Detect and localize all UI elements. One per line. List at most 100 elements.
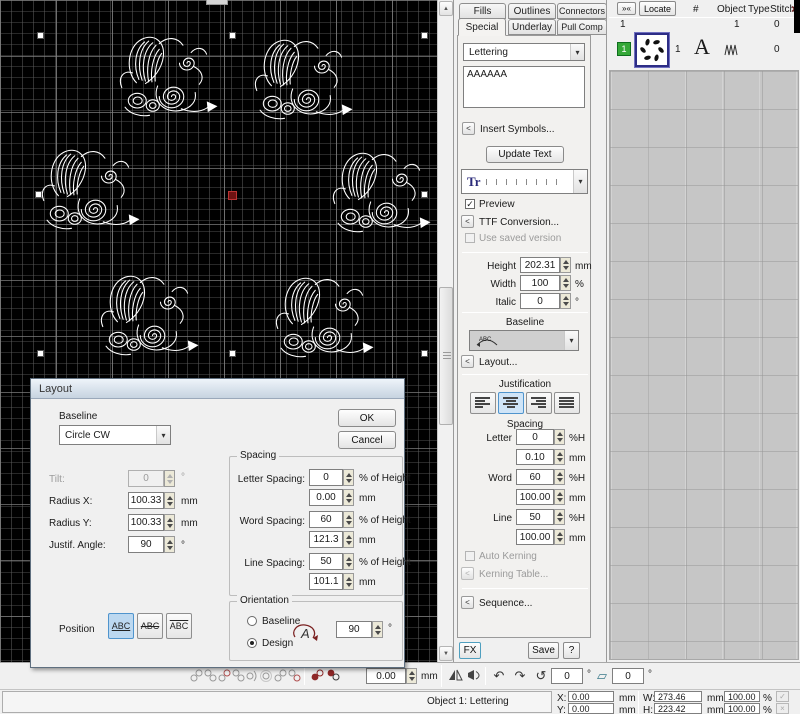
mirror-tool-icon[interactable] <box>190 668 203 683</box>
rotate-left-icon[interactable]: ↶ <box>490 667 508 685</box>
word-spacing-pct-field[interactable]: 60 <box>516 469 554 485</box>
layout-expand-icon[interactable]: < <box>461 355 474 368</box>
update-text-button[interactable]: Update Text <box>486 146 564 163</box>
dlg-letter-mm-field[interactable]: 0.00 <box>309 489 343 506</box>
font-preview-dropdown[interactable]: Tr ▾ <box>461 169 588 194</box>
chevron-down-icon[interactable]: ▾ <box>564 331 578 350</box>
mirror-tool-icon[interactable] <box>246 668 259 683</box>
color-chip[interactable]: 1 <box>617 42 631 56</box>
fx-button[interactable]: FX <box>459 642 481 659</box>
tab-pull-comp[interactable]: Pull Comp <box>557 19 607 35</box>
width-spinner[interactable] <box>560 275 571 291</box>
tab-fills[interactable]: Fills <box>459 3 506 19</box>
rotate-right-icon[interactable]: ↷ <box>511 667 529 685</box>
h-field[interactable]: 223.42 <box>654 703 702 714</box>
position-middle-button[interactable]: ABC <box>137 613 163 639</box>
locate-button[interactable]: Locate <box>639 1 676 16</box>
justify-full-button[interactable] <box>554 392 580 414</box>
preview-checkbox[interactable]: ✓ <box>465 199 475 209</box>
radius-y-field[interactable]: 100.33 <box>128 514 164 531</box>
position-baseline-button[interactable]: ABC <box>108 613 134 639</box>
selection-handle-s[interactable] <box>229 350 236 357</box>
scroll-down-icon[interactable]: ▼ <box>439 646 453 661</box>
lettering-type-dropdown[interactable]: Lettering ▾ <box>463 43 585 61</box>
flip-vertical-icon[interactable] <box>447 667 464 684</box>
orientation-angle-field[interactable]: 90 <box>336 621 372 638</box>
x-field[interactable]: 0.00 <box>568 691 614 702</box>
dlg-letter-mm-spinner[interactable] <box>343 489 354 506</box>
skew-icon[interactable]: ▱ <box>593 667 611 685</box>
mirror-merge-icon[interactable] <box>327 668 340 683</box>
line-spacing-pct-spinner[interactable] <box>554 509 565 525</box>
auto-kerning-checkbox[interactable] <box>465 551 475 561</box>
orientation-baseline-radio[interactable] <box>247 616 257 626</box>
radius-x-spinner[interactable] <box>164 492 175 509</box>
mirror-tool-icon[interactable] <box>232 668 245 683</box>
justify-left-button[interactable] <box>470 392 496 414</box>
selection-handle-e[interactable] <box>421 191 428 198</box>
ttf-conversion-button[interactable]: TTF Conversion... <box>479 217 559 228</box>
italic-spinner[interactable] <box>560 293 571 309</box>
justif-angle-field[interactable]: 90 <box>128 536 164 553</box>
width-field[interactable]: 100 <box>520 275 560 291</box>
y-field[interactable]: 0.00 <box>568 703 614 714</box>
rotation-center-marker[interactable] <box>228 191 237 200</box>
chevron-down-icon[interactable]: ▾ <box>156 426 170 444</box>
flip-horizontal-icon[interactable] <box>466 667 483 684</box>
collapse-chevrons-icon[interactable]: »« <box>617 2 636 15</box>
object-group-row[interactable]: 1 1 0 <box>607 18 800 31</box>
dlg-line-mm-field[interactable]: 101.1 <box>309 573 343 590</box>
save-button[interactable]: Save <box>528 642 559 659</box>
letter-spacing-pct-spinner[interactable] <box>554 429 565 445</box>
word-spacing-pct-spinner[interactable] <box>554 469 565 485</box>
justif-angle-spinner[interactable] <box>164 536 175 553</box>
height-field[interactable]: 202.31 <box>520 257 560 273</box>
insert-symbols-button[interactable]: Insert Symbols... <box>480 124 554 135</box>
dlg-word-mm-field[interactable]: 121.3 <box>309 531 343 548</box>
lettering-object-5[interactable] <box>93 271 199 361</box>
scrollbar-thumb[interactable] <box>439 287 453 425</box>
tab-underlay[interactable]: Underlay <box>508 19 556 35</box>
justify-right-button[interactable] <box>526 392 552 414</box>
orientation-design-radio[interactable] <box>247 638 257 648</box>
tab-outlines[interactable]: Outlines <box>508 3 556 19</box>
mirror-tool-icon[interactable] <box>218 668 231 683</box>
mirror-merge-icon[interactable] <box>311 668 324 683</box>
tab-special[interactable]: Special <box>458 18 506 36</box>
radius-x-field[interactable]: 100.33 <box>128 492 164 509</box>
w-field[interactable]: 273.46 <box>654 691 702 702</box>
offset-field[interactable]: 0.00 <box>366 668 406 684</box>
insert-symbols-expand-icon[interactable]: < <box>462 122 475 135</box>
dlg-letter-pct-spinner[interactable] <box>343 469 354 486</box>
object-row-lettering[interactable]: 1 1 A 0 <box>607 31 800 70</box>
dlg-line-pct-spinner[interactable] <box>343 553 354 570</box>
sequence-expand-icon[interactable]: < <box>461 596 474 609</box>
orientation-angle-spinner[interactable] <box>372 621 383 638</box>
selection-handle-w[interactable] <box>35 191 42 198</box>
dlg-line-mm-spinner[interactable] <box>343 573 354 590</box>
tab-connectors[interactable]: Connectors <box>557 3 607 19</box>
selection-handle-nw[interactable] <box>37 32 44 39</box>
selection-handle-ne[interactable] <box>421 32 428 39</box>
skew-angle-field[interactable]: 0 <box>612 668 644 684</box>
letter-spacing-mm-spinner[interactable] <box>554 449 565 465</box>
lettering-object-4[interactable] <box>325 148 431 238</box>
dlg-baseline-dropdown[interactable]: Circle CW ▾ <box>59 425 171 445</box>
dialog-title-bar[interactable]: Layout <box>31 379 404 399</box>
lettering-object-2[interactable] <box>247 35 353 125</box>
line-spacing-mm-spinner[interactable] <box>554 529 565 545</box>
mirror-tool-icon[interactable] <box>288 668 301 683</box>
lettering-object-1[interactable] <box>112 32 218 122</box>
dlg-line-pct-field[interactable]: 50 <box>309 553 343 570</box>
ok-button[interactable]: OK <box>338 409 396 427</box>
italic-field[interactable]: 0 <box>520 293 560 309</box>
chevron-down-icon[interactable]: ▾ <box>573 170 587 193</box>
rotate-angle-field[interactable]: 0 <box>551 668 583 684</box>
sequence-button[interactable]: Sequence... <box>479 598 532 609</box>
height-spinner[interactable] <box>560 257 571 273</box>
confirm-icon[interactable]: ✓ <box>776 691 789 702</box>
help-button[interactable]: ? <box>563 642 580 659</box>
selection-handle-se[interactable] <box>421 350 428 357</box>
dlg-letter-pct-field[interactable]: 0 <box>309 469 343 486</box>
chevron-down-icon[interactable]: ▾ <box>570 44 584 60</box>
